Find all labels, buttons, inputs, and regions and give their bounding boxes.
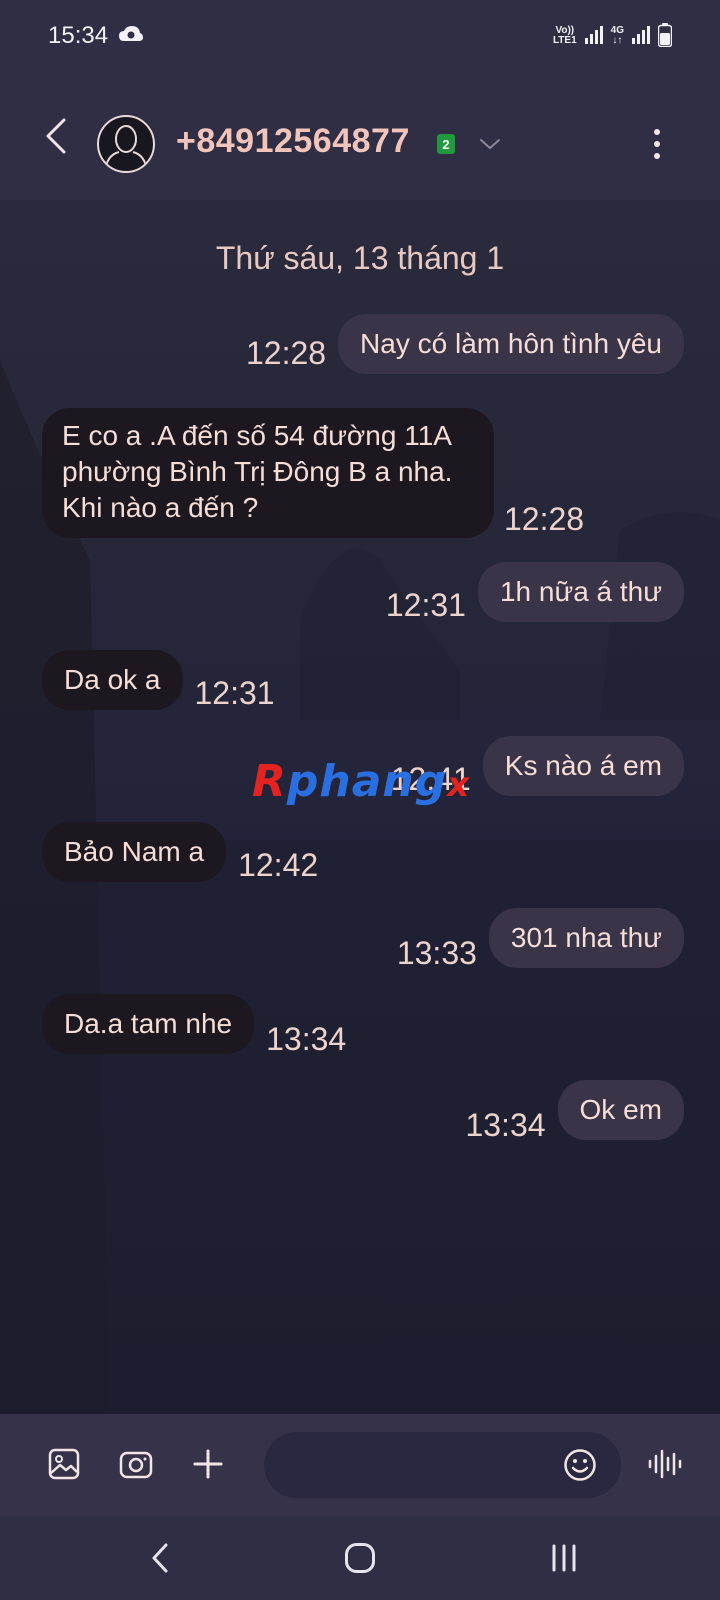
- message-bubble[interactable]: Ok em: [557, 1080, 684, 1140]
- net-indicator: 4G ↓↑: [611, 26, 624, 46]
- status-bar: 15:34 Vo)) LTE1 4G ↓↑: [0, 0, 720, 72]
- lte-label: LTE1: [552, 35, 577, 46]
- message-row-incoming: Bảo Nam a 12:42: [42, 822, 319, 883]
- message-row-outgoing: 12:31 1h nữa á thư: [385, 562, 684, 623]
- system-nav-bar: [0, 1516, 720, 1600]
- chevron-left-icon: [46, 118, 66, 154]
- message-row-outgoing: 12:28 Nay có làm hôn tình yêu: [246, 314, 684, 374]
- voice-icon: [648, 1449, 682, 1479]
- compose-bar: [0, 1414, 720, 1516]
- watermark-text: phang: [286, 756, 448, 807]
- message-time: 13:34: [266, 1021, 347, 1057]
- person-icon: [104, 125, 148, 171]
- message-time: 12:28: [245, 335, 327, 371]
- watermark-suffix: x: [447, 765, 471, 805]
- more-options-button[interactable]: [642, 120, 672, 168]
- background-wallpaper: [0, 360, 720, 1414]
- message-bubble[interactable]: Ks nào á em: [482, 736, 684, 796]
- back-button[interactable]: [36, 112, 76, 160]
- nav-recents-button[interactable]: [534, 1534, 594, 1582]
- avatar[interactable]: [97, 115, 155, 173]
- message-bubble[interactable]: Da ok a: [42, 650, 183, 710]
- back-icon: [152, 1543, 168, 1573]
- status-time: 15:34: [48, 22, 109, 49]
- message-bubble[interactable]: Da.a tam nhe: [42, 994, 255, 1054]
- contact-number[interactable]: +84912564877: [176, 122, 410, 161]
- emoji-icon: [564, 1449, 596, 1481]
- date-separator: Thứ sáu, 13 tháng 1: [215, 240, 505, 276]
- sim-badge: 2: [437, 134, 455, 154]
- gallery-icon: [48, 1448, 80, 1480]
- recents-icon: [552, 1544, 576, 1572]
- message-row-outgoing: 13:33 301 nha thư: [397, 908, 684, 971]
- home-icon: [345, 1543, 375, 1573]
- expand-button[interactable]: [478, 134, 502, 154]
- battery-icon: [657, 22, 673, 50]
- emoji-button[interactable]: [558, 1443, 602, 1487]
- message-bubble[interactable]: E co a .A đến số 54 đường 11A phường Bìn…: [42, 408, 494, 538]
- volte-indicator: Vo)) LTE1: [553, 26, 577, 46]
- cloud-sync-icon: [118, 22, 144, 50]
- camera-icon: [119, 1451, 153, 1479]
- message-input[interactable]: [264, 1432, 621, 1498]
- message-bubble[interactable]: Bảo Nam a: [42, 822, 227, 882]
- conversation-header: +84912564877 2: [0, 72, 720, 200]
- message-time: 12:42: [238, 847, 319, 883]
- voice-record-button[interactable]: [644, 1442, 688, 1486]
- message-time: 12:31: [385, 587, 466, 623]
- message-time: 12:31: [194, 675, 275, 711]
- add-attachment-button[interactable]: [186, 1442, 230, 1486]
- message-time: 12:28: [504, 501, 585, 537]
- signal-icon: [584, 25, 603, 47]
- data-arrows-icon: ↓↑: [612, 35, 623, 46]
- message-row-incoming: Da.a tam nhe 13:34: [42, 994, 346, 1057]
- message-row-outgoing: 13:34 Ok em: [465, 1080, 684, 1143]
- message-bubble[interactable]: Nay có làm hôn tình yêu: [338, 314, 684, 374]
- nav-back-button[interactable]: [130, 1534, 190, 1582]
- more-vert-icon: [654, 129, 660, 159]
- message-bubble[interactable]: 1h nữa á thư: [477, 562, 684, 622]
- nav-home-button[interactable]: [330, 1534, 390, 1582]
- message-bubble[interactable]: 301 nha thư: [488, 908, 684, 968]
- watermark-initial: R: [252, 756, 287, 807]
- message-time: 13:34: [465, 1107, 546, 1143]
- gallery-button[interactable]: [42, 1442, 86, 1486]
- plus-icon: [193, 1449, 223, 1479]
- message-time: 13:33: [396, 935, 477, 971]
- watermark-logo: Rphangx: [252, 756, 470, 807]
- signal-icon: [632, 25, 650, 47]
- message-list[interactable]: Thứ sáu, 13 tháng 1 12:28 Nay có làm hôn…: [0, 200, 720, 1414]
- message-row-incoming: E co a .A đến số 54 đường 11A phường Bìn…: [42, 408, 584, 538]
- message-row-incoming: Da ok a 12:31: [42, 650, 275, 711]
- camera-button[interactable]: [114, 1442, 158, 1486]
- chevron-down-icon: [480, 139, 500, 150]
